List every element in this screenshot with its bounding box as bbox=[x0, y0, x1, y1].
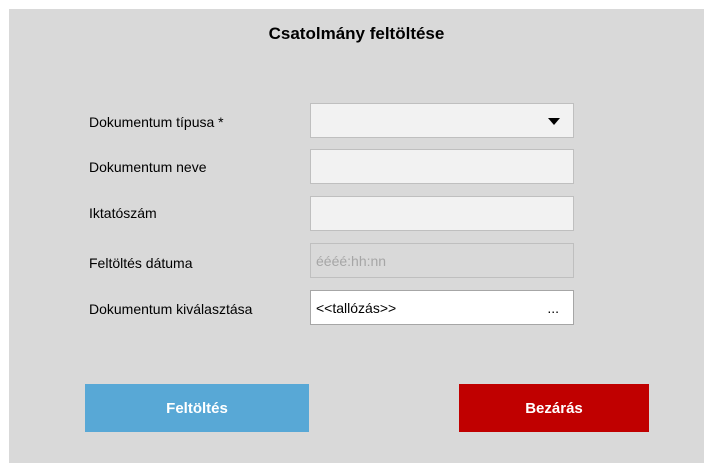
reference-number-label: Iktatószám bbox=[89, 205, 157, 221]
upload-date-label: Feltöltés dátuma bbox=[89, 255, 193, 271]
document-type-select[interactable] bbox=[310, 103, 574, 138]
document-type-label: Dokumentum típusa * bbox=[89, 114, 224, 130]
upload-button[interactable]: Feltöltés bbox=[85, 384, 309, 432]
chevron-down-icon[interactable] bbox=[548, 118, 560, 125]
close-button[interactable]: Bezárás bbox=[459, 384, 649, 432]
upload-date-placeholder: éééé:hh:nn bbox=[316, 253, 387, 269]
upload-attachment-dialog: Csatolmány feltöltése Dokumentum típusa … bbox=[9, 9, 704, 463]
dialog-title: Csatolmány feltöltése bbox=[268, 24, 445, 43]
document-name-input[interactable] bbox=[310, 149, 574, 184]
document-select-label: Dokumentum kiválasztása bbox=[89, 301, 253, 317]
browse-button[interactable]: ... bbox=[547, 300, 559, 316]
document-select-value: <<tallózás>> bbox=[316, 300, 397, 316]
reference-number-input[interactable] bbox=[310, 196, 574, 231]
document-select-field[interactable]: <<tallózás>> ... bbox=[310, 290, 574, 325]
upload-date-field: éééé:hh:nn bbox=[310, 243, 574, 278]
document-name-label: Dokumentum neve bbox=[89, 159, 207, 175]
